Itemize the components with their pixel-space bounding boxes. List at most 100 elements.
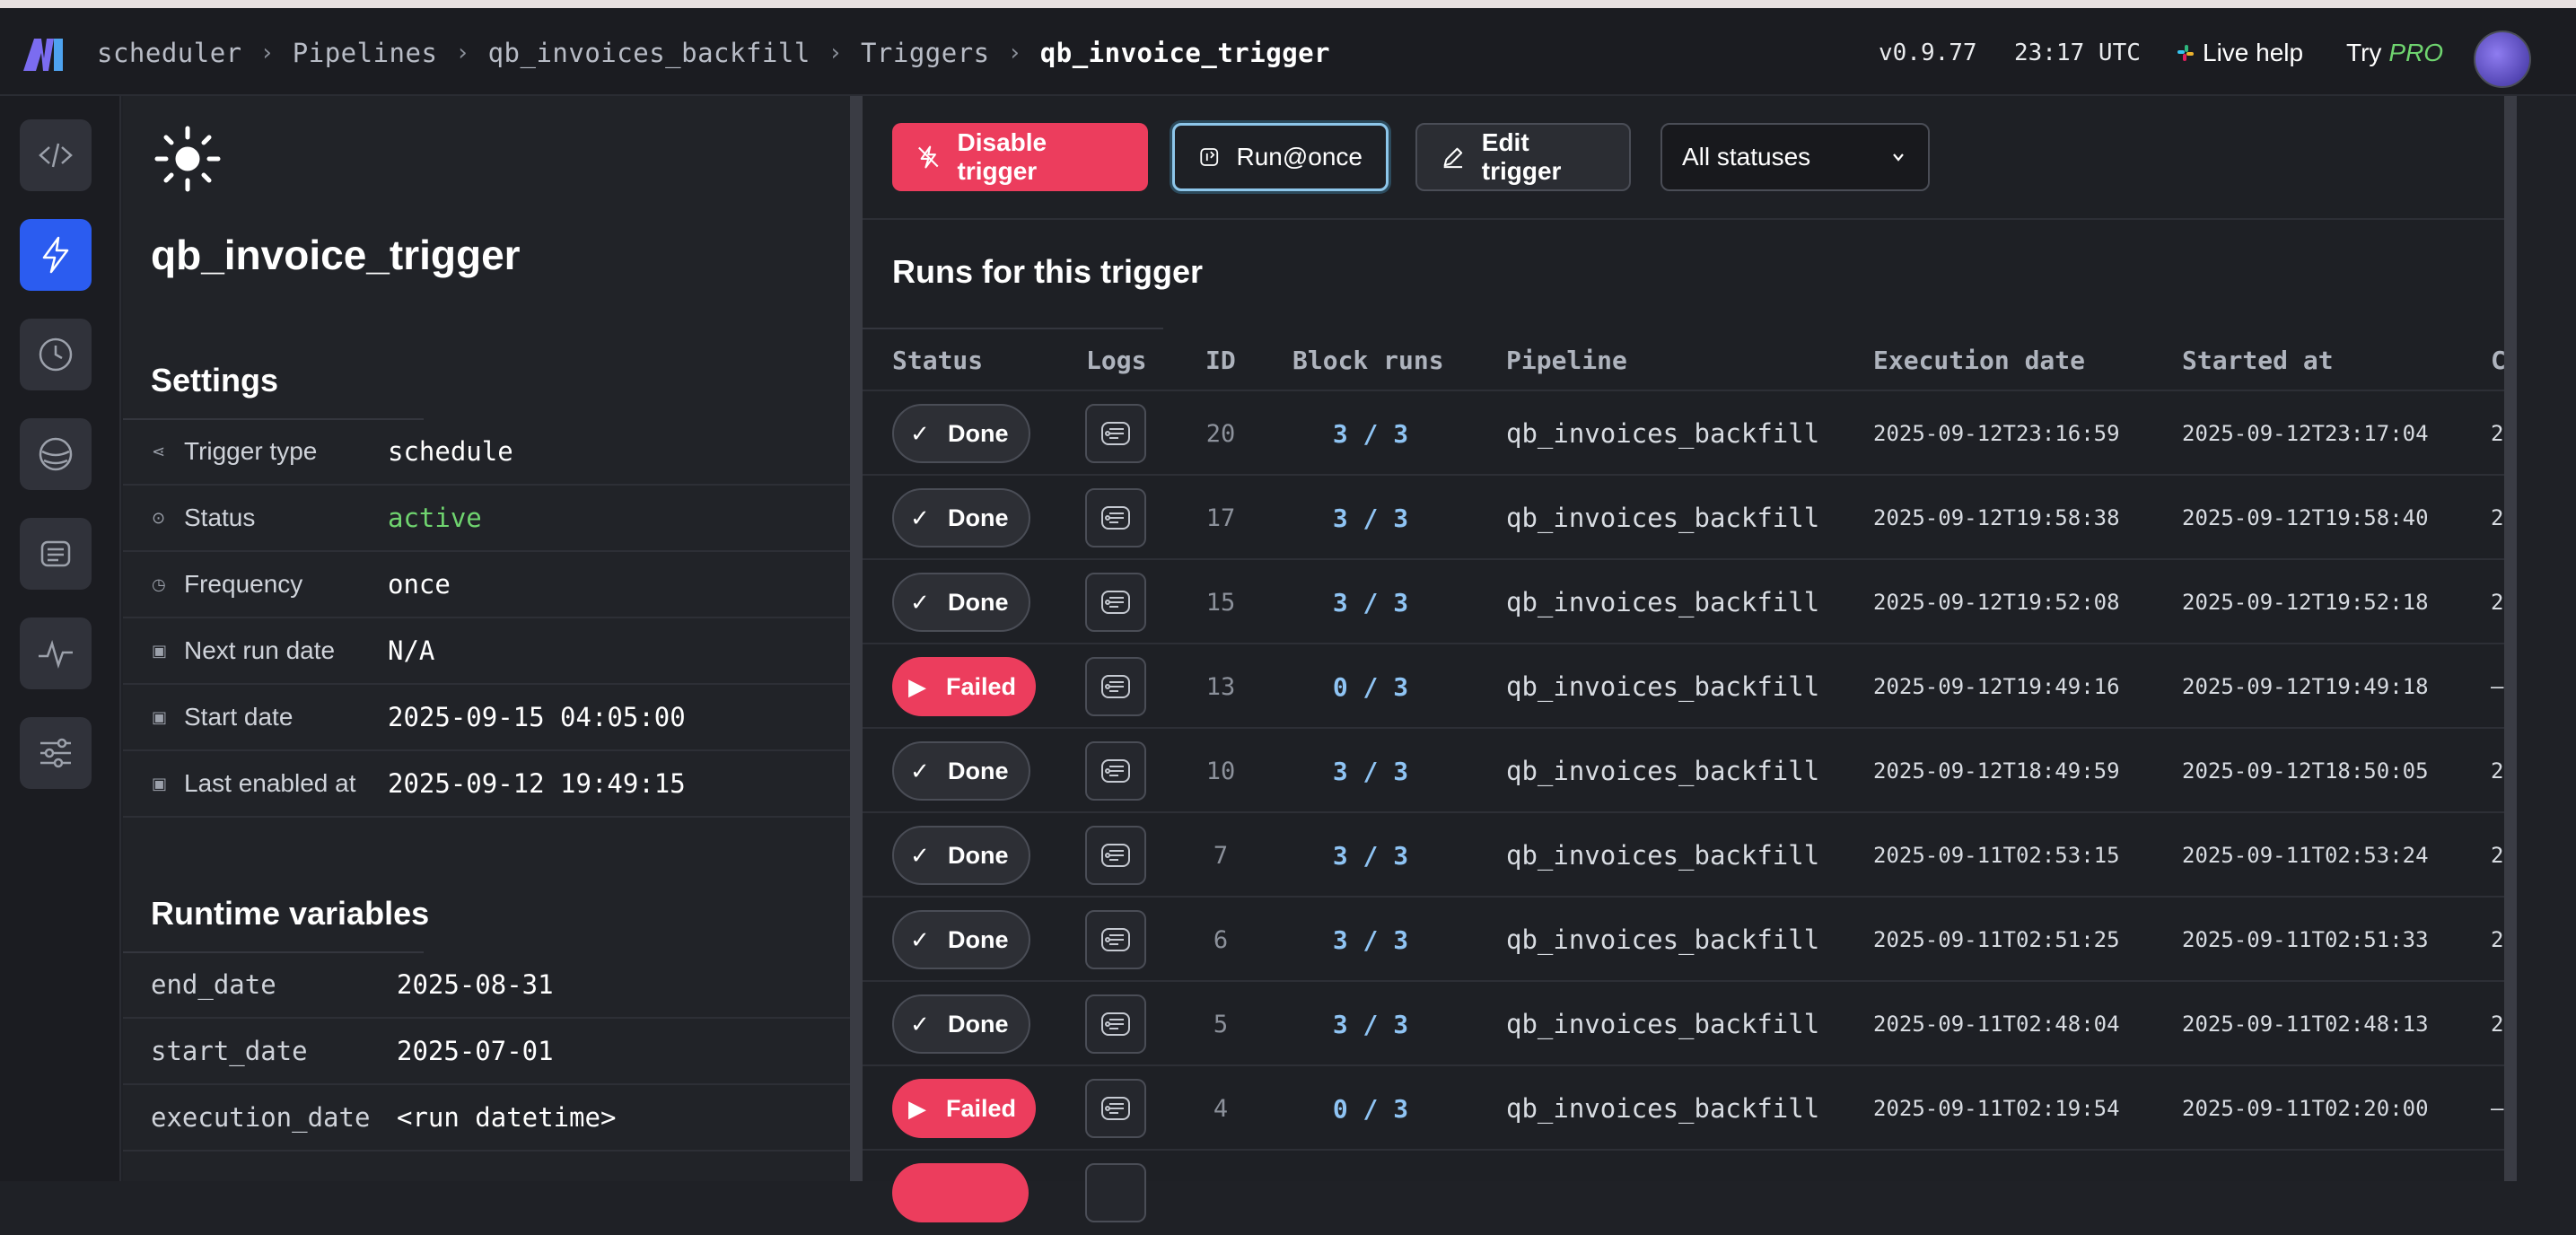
variable-value: 2025-08-31 [397, 969, 554, 1000]
status-badge[interactable]: ✓ Done [892, 488, 1030, 547]
chevron-right-icon: › [828, 39, 843, 66]
pipeline-link[interactable]: qb_invoices_backfill [1506, 813, 1819, 898]
runs-title: Runs for this trigger [892, 253, 1204, 290]
status-badge[interactable]: ✓ Done [892, 573, 1030, 632]
table-row[interactable]: ✓ Done 7 3 / 3 qb_invoices_backfill 2025-09-1… [863, 811, 2504, 896]
status-badge[interactable] [892, 1163, 1029, 1222]
table-row[interactable]: ✓ Done 20 3 / 3 qb_invoices_backfill 2025-09-… [863, 390, 2504, 474]
table-row[interactable]: ▶ Failed 13 0 / 3 qb_invoices_backfill 2025-0… [863, 643, 2504, 727]
logs-button[interactable] [1085, 741, 1146, 801]
table-row[interactable]: ▶ Failed 4 0 / 3 qb_invoices_backfill 2025-09… [863, 1064, 2504, 1149]
block-runs-link[interactable]: 3 / 3 [1294, 476, 1447, 560]
pipeline-link[interactable]: qb_invoices_backfill [1506, 476, 1819, 560]
nav-triggers-button[interactable] [20, 219, 92, 291]
status-badge[interactable]: ✓ Done [892, 404, 1030, 463]
started-at: 2025-09-11T02:53:24 [2182, 843, 2429, 868]
execution-date: 2025-09-11T02:51:25 [1873, 927, 2120, 952]
logs-button[interactable] [1085, 1163, 1146, 1222]
logs-button[interactable] [1085, 488, 1146, 547]
runs-panel: Disable trigger Run@once Edit trigger Al… [863, 96, 2506, 1222]
edit-trigger-button[interactable]: Edit trigger [1415, 123, 1631, 191]
col-header-block-runs[interactable]: Block runs [1292, 346, 1444, 375]
check-icon: ✓ [910, 419, 930, 447]
status-badge[interactable]: ✓ Done [892, 826, 1030, 885]
col-header-logs[interactable]: Logs [1086, 346, 1146, 375]
started-at: 2025-09-11T02:48:13 [2182, 1012, 2429, 1037]
col-header-execution-date[interactable]: Execution date [1873, 346, 2085, 375]
block-runs-link[interactable]: 3 / 3 [1294, 729, 1447, 813]
toggle-icon: ⊙ [152, 509, 166, 527]
execution-date: 2025-09-12T19:49:16 [1873, 674, 2120, 699]
nav-settings-button[interactable] [20, 717, 92, 789]
status-filter-select[interactable]: All statuses [1660, 123, 1930, 191]
runs-panel-scrollbar[interactable] [2504, 96, 2517, 1181]
pipeline-link[interactable]: qb_invoices_backfill [1506, 982, 1819, 1066]
table-row[interactable]: ✓ Done 6 3 / 3 qb_invoices_backfill 2025-09-1… [863, 896, 2504, 980]
logs-icon [1101, 591, 1130, 614]
started-at: 2025-09-12T19:58:40 [2182, 505, 2429, 530]
status-badge[interactable]: ✓ Done [892, 741, 1030, 801]
mage-logo-icon[interactable] [22, 31, 66, 76]
runtime-variables-title: Runtime variables [151, 895, 430, 932]
block-runs-link[interactable]: 0 / 3 [1294, 644, 1447, 729]
nav-code-button[interactable] [20, 119, 92, 191]
table-row[interactable]: ✓ Done 10 3 / 3 qb_invoices_backfill 2025-09-… [863, 727, 2504, 811]
run-once-button[interactable]: Run@once [1172, 123, 1389, 191]
variable-row: start_date 2025-07-01 [123, 1019, 850, 1085]
block-runs-link[interactable]: 3 / 3 [1294, 813, 1447, 898]
logs-button[interactable] [1085, 404, 1146, 463]
table-row[interactable]: ✓ Done 5 3 / 3 qb_invoices_backfill 2025-09-1… [863, 980, 2504, 1064]
breadcrumb-item-triggers[interactable]: Triggers [861, 38, 990, 68]
block-runs-link[interactable]: 0 / 3 [1294, 1066, 1447, 1151]
live-help-link[interactable]: Live help [2176, 35, 2303, 71]
pipeline-link[interactable]: qb_invoices_backfill [1506, 644, 1819, 729]
col-header-id[interactable]: ID [1205, 346, 1236, 375]
block-runs-link[interactable]: 3 / 3 [1294, 391, 1447, 476]
run-once-icon [1200, 148, 1219, 166]
status-label: Done [948, 757, 1009, 784]
pipeline-link[interactable]: qb_invoices_backfill [1506, 729, 1819, 813]
nav-history-button[interactable] [20, 319, 92, 390]
nav-terminal-button[interactable] [20, 518, 92, 590]
col-header-status[interactable]: Status [892, 346, 983, 375]
breadcrumb-item-pipelines[interactable]: Pipelines [293, 38, 438, 68]
disable-trigger-button[interactable]: Disable trigger [892, 123, 1148, 191]
block-runs-link[interactable]: 3 / 3 [1294, 982, 1447, 1066]
table-row[interactable]: ✓ Done 15 3 / 3 qb_invoices_backfill 2025-09-… [863, 558, 2504, 643]
col-header-pipeline[interactable]: Pipeline [1506, 346, 1627, 375]
breadcrumb-item-pipeline[interactable]: qb_invoices_backfill [488, 38, 810, 68]
nav-monitor-button[interactable] [20, 618, 92, 689]
pipeline-link[interactable]: qb_invoices_backfill [1506, 1066, 1819, 1151]
breadcrumb-item-current: qb_invoice_trigger [1039, 38, 1331, 68]
play-icon: ▶ [908, 1094, 926, 1122]
breadcrumb-item-scheduler[interactable]: scheduler [97, 38, 242, 68]
pipeline-link[interactable]: qb_invoices_backfill [1506, 391, 1819, 476]
logs-button[interactable] [1085, 657, 1146, 716]
table-row[interactable] [863, 1149, 2504, 1233]
col-header-started-at[interactable]: Started at [2182, 346, 2334, 375]
try-pro-link[interactable]: Try PRO [2346, 35, 2443, 71]
clock-icon [39, 337, 73, 372]
setting-label: Start date [184, 703, 294, 731]
status-badge[interactable]: ▶ Failed [892, 657, 1037, 716]
check-icon: ✓ [910, 504, 930, 531]
setting-label: Trigger type [184, 437, 318, 465]
logs-button[interactable] [1085, 910, 1146, 969]
logs-button[interactable] [1085, 573, 1146, 632]
breadcrumb: scheduler › Pipelines › qb_invoices_back… [97, 35, 1330, 71]
logs-button[interactable] [1085, 994, 1146, 1054]
status-badge[interactable]: ✓ Done [892, 994, 1030, 1054]
avatar[interactable] [2474, 31, 2531, 88]
nav-global-button[interactable] [20, 418, 92, 490]
table-row[interactable]: ✓ Done 17 3 / 3 qb_invoices_backfill 2025-09-… [863, 474, 2504, 558]
status-badge[interactable]: ▶ Failed [892, 1079, 1037, 1138]
logs-button[interactable] [1085, 1079, 1146, 1138]
block-runs-link[interactable]: 3 / 3 [1294, 560, 1447, 644]
block-runs-link[interactable]: 3 / 3 [1294, 898, 1447, 982]
left-panel-scrollbar[interactable] [850, 96, 863, 1181]
logs-button[interactable] [1085, 826, 1146, 885]
setting-value: once [388, 569, 451, 600]
status-badge[interactable]: ✓ Done [892, 910, 1030, 969]
pipeline-link[interactable]: qb_invoices_backfill [1506, 560, 1819, 644]
pipeline-link[interactable]: qb_invoices_backfill [1506, 898, 1819, 982]
